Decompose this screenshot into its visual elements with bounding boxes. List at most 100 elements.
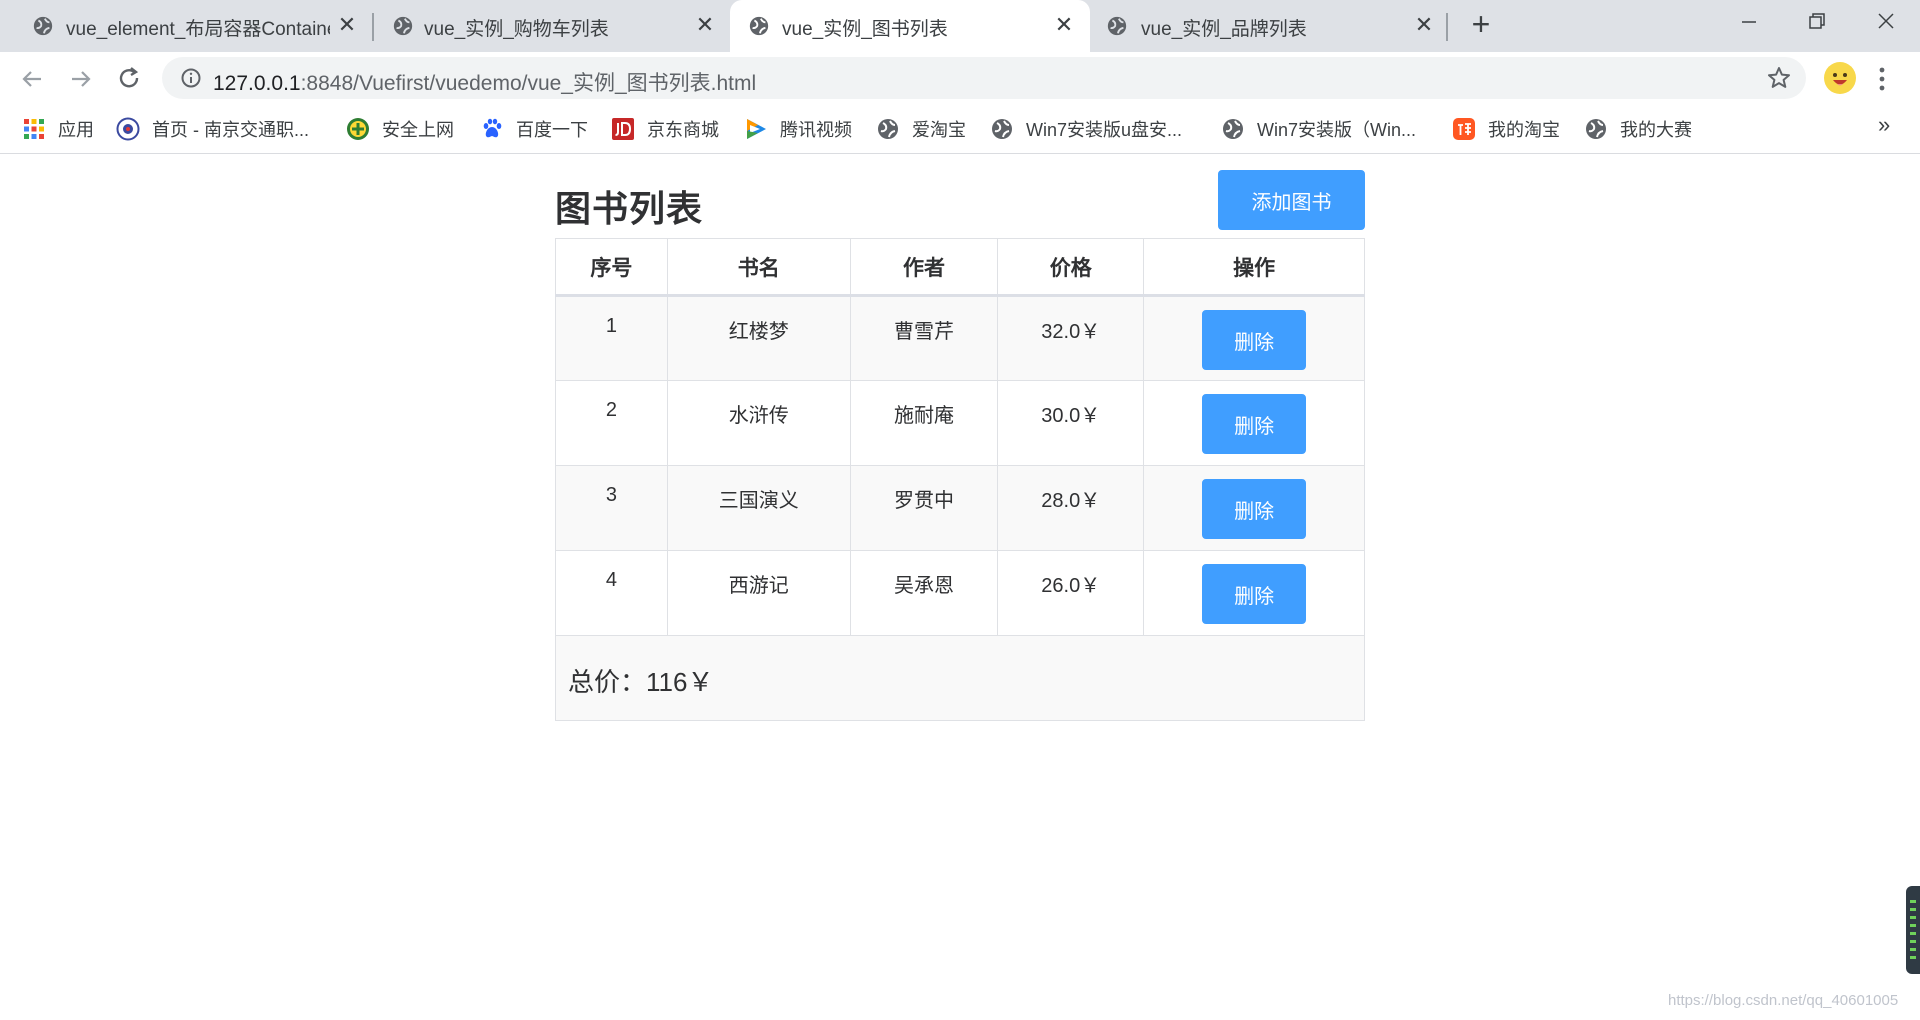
address-bar[interactable]: 127.0.0.1:8848/Vuefirst/vuedemo/vue_实例_图… bbox=[162, 57, 1806, 99]
bookmark-label: Win7安装版（Win... bbox=[1257, 120, 1417, 140]
globe-icon bbox=[1586, 119, 1606, 139]
header-price: 价格 bbox=[997, 238, 1145, 297]
bookmark-my-taobao[interactable]: 我的淘宝 bbox=[1452, 116, 1560, 142]
tab-shopping-cart[interactable]: vue_实例_购物车列表 ✕ bbox=[374, 0, 730, 52]
jd-logo-icon bbox=[612, 118, 634, 140]
browser-toolbar: 127.0.0.1:8848/Vuefirst/vuedemo/vue_实例_图… bbox=[0, 52, 1920, 104]
bookmark-label: 百度一下 bbox=[516, 120, 588, 140]
bookmark-baidu[interactable]: 百度一下 bbox=[480, 116, 588, 142]
bookmark-label: 京东商城 bbox=[647, 120, 719, 140]
table-header-row: 序号 书名 作者 价格 操作 bbox=[555, 238, 1365, 297]
minimize-icon bbox=[1742, 21, 1756, 23]
back-arrow-icon[interactable] bbox=[17, 64, 47, 94]
delete-button[interactable]: 删除 bbox=[1202, 564, 1307, 624]
bookmark-my-contest[interactable]: 我的大赛 bbox=[1584, 116, 1692, 142]
cell-price: 26.0￥ bbox=[997, 550, 1145, 636]
table-row: 2 水浒传 施耐庵 30.0￥ 删除 bbox=[555, 380, 1365, 466]
close-icon[interactable]: ✕ bbox=[336, 14, 358, 36]
url-host: 127.0.0.1 bbox=[213, 72, 301, 95]
url-path: :8848/Vuefirst/vuedemo/vue_实例_图书列表.html bbox=[300, 72, 757, 95]
globe-icon bbox=[878, 119, 898, 139]
bookmark-label: 爱淘宝 bbox=[912, 120, 966, 140]
bookmark-apps[interactable]: 应用 bbox=[22, 116, 94, 142]
bookmark-jd[interactable]: 京东商城 bbox=[611, 116, 719, 142]
cell-name: 西游记 bbox=[666, 550, 851, 636]
delete-button[interactable]: 删除 bbox=[1202, 394, 1307, 454]
restore-icon bbox=[1809, 13, 1825, 29]
cell-index: 3 bbox=[555, 465, 668, 551]
bookmark-label: 腾讯视频 bbox=[780, 120, 852, 140]
close-window-button[interactable] bbox=[1866, 8, 1906, 38]
cell-index: 1 bbox=[555, 295, 668, 381]
table-row: 4 西游记 吴承恩 26.0￥ 删除 bbox=[555, 550, 1365, 636]
delete-button[interactable]: 删除 bbox=[1202, 310, 1307, 370]
taobao-icon bbox=[1453, 118, 1475, 140]
total-row: 总价：116￥ bbox=[555, 635, 1365, 721]
bookmark-label: 我的大赛 bbox=[1620, 120, 1692, 140]
tab-title: vue_element_布局容器Container bbox=[66, 19, 330, 40]
cell-name: 红楼梦 bbox=[666, 295, 851, 381]
bookmark-njitt[interactable]: 首页 - 南京交通职... bbox=[116, 116, 309, 142]
url-text[interactable]: 127.0.0.1:8848/Vuefirst/vuedemo/vue_实例_图… bbox=[213, 67, 756, 97]
add-book-button[interactable]: 添加图书 bbox=[1218, 170, 1365, 230]
reload-icon[interactable] bbox=[114, 64, 144, 94]
cell-name: 水浒传 bbox=[666, 380, 851, 466]
globe-icon bbox=[1107, 16, 1127, 36]
close-icon[interactable]: ✕ bbox=[1413, 14, 1435, 36]
header-name: 书名 bbox=[666, 238, 851, 297]
cell-price: 28.0￥ bbox=[997, 465, 1145, 551]
bookmarks-bar: 应用 首页 - 南京交通职... 安全上网 百度一下 京东商城 腾讯视频 爱淘宝… bbox=[0, 104, 1920, 154]
cell-action: 删除 bbox=[1143, 465, 1365, 551]
cell-index: 2 bbox=[555, 380, 668, 466]
tab-book-list[interactable]: vue_实例_图书列表 ✕ bbox=[730, 0, 1090, 52]
tab-strip: vue_element_布局容器Container ✕ vue_实例_购物车列表… bbox=[0, 0, 1920, 52]
cell-action: 删除 bbox=[1143, 295, 1365, 381]
more-vert-icon[interactable] bbox=[1878, 66, 1886, 92]
tab-brand-list[interactable]: vue_实例_品牌列表 ✕ bbox=[1090, 0, 1446, 52]
bookmark-label: 我的淘宝 bbox=[1488, 120, 1560, 140]
bookmarks-overflow-button[interactable]: » bbox=[1878, 112, 1890, 138]
globe-icon bbox=[393, 16, 413, 36]
bookmark-safe-browsing[interactable]: 安全上网 bbox=[346, 116, 454, 142]
bookmark-win7-usb[interactable]: Win7安装版u盘安... bbox=[990, 116, 1182, 142]
tencent-video-icon bbox=[747, 119, 766, 139]
profile-avatar[interactable] bbox=[1824, 62, 1856, 94]
total-price: 总价：116￥ bbox=[555, 635, 1365, 721]
close-icon[interactable]: ✕ bbox=[694, 14, 716, 36]
bookmark-ai-taobao[interactable]: 爱淘宝 bbox=[876, 116, 966, 142]
tab-title: vue_实例_图书列表 bbox=[782, 19, 948, 40]
globe-icon bbox=[992, 119, 1012, 139]
bookmark-star-icon[interactable] bbox=[1766, 65, 1792, 91]
close-window-icon bbox=[1878, 13, 1894, 29]
close-icon[interactable]: ✕ bbox=[1053, 14, 1075, 36]
info-icon[interactable] bbox=[180, 67, 202, 89]
cell-action: 删除 bbox=[1143, 380, 1365, 466]
cell-action: 删除 bbox=[1143, 550, 1365, 636]
tab-title: vue_实例_品牌列表 bbox=[1141, 19, 1307, 40]
restore-button[interactable] bbox=[1796, 8, 1836, 38]
apps-grid-icon bbox=[24, 119, 44, 139]
school-logo-icon bbox=[116, 117, 140, 141]
table-row: 1 红楼梦 曹雪芹 32.0￥ 删除 bbox=[555, 295, 1365, 381]
minimize-button[interactable] bbox=[1728, 8, 1768, 38]
delete-button[interactable]: 删除 bbox=[1202, 479, 1307, 539]
bookmark-win7-install[interactable]: Win7安装版（Win... bbox=[1221, 116, 1416, 142]
cell-author: 吴承恩 bbox=[849, 550, 999, 636]
tab-layout-container[interactable]: vue_element_布局容器Container ✕ bbox=[0, 0, 372, 52]
bookmark-tencent-video[interactable]: 腾讯视频 bbox=[744, 116, 852, 142]
header-author: 作者 bbox=[849, 238, 999, 297]
baidu-paw-icon bbox=[483, 118, 502, 138]
new-tab-button[interactable]: + bbox=[1466, 8, 1496, 40]
globe-icon bbox=[1223, 119, 1243, 139]
forward-arrow-icon[interactable] bbox=[66, 64, 96, 94]
bookmark-label: 应用 bbox=[58, 120, 94, 140]
watermark: https://blog.csdn.net/qq_40601005 bbox=[1668, 992, 1899, 1009]
side-widget[interactable] bbox=[1906, 886, 1920, 974]
cell-index: 4 bbox=[555, 550, 668, 636]
header-index: 序号 bbox=[555, 238, 668, 297]
emoji-face-icon bbox=[1825, 63, 1855, 93]
bookmark-label: Win7安装版u盘安... bbox=[1026, 120, 1183, 140]
bookmark-label: 安全上网 bbox=[382, 120, 454, 140]
cell-author: 施耐庵 bbox=[849, 380, 999, 466]
cell-author: 罗贯中 bbox=[849, 465, 999, 551]
